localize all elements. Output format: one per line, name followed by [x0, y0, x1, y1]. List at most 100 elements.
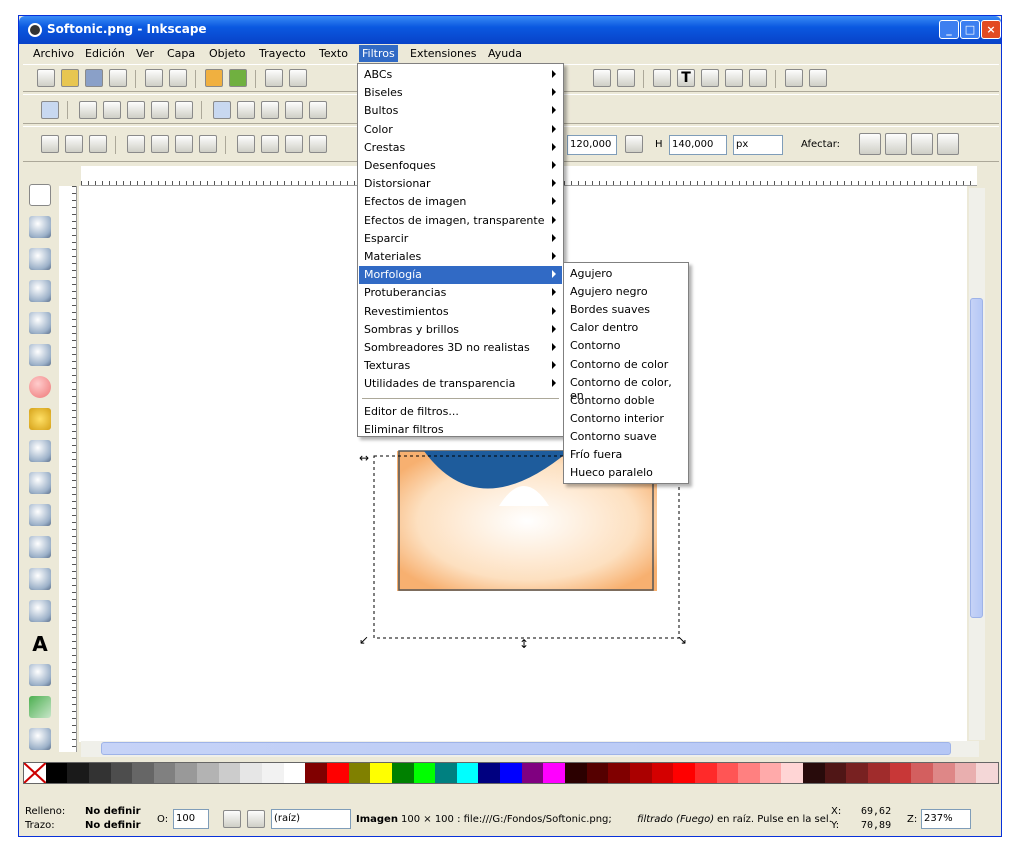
resize-handle-bottom[interactable]: ↕ — [519, 637, 529, 651]
vertical-scrollbar[interactable] — [969, 188, 985, 740]
stroke-value[interactable]: No definir — [85, 820, 141, 831]
filter-menu-item[interactable]: Bultos — [359, 102, 562, 120]
redo-icon[interactable] — [229, 69, 247, 87]
ellipse-tool-icon[interactable] — [29, 376, 51, 398]
raise-top-icon[interactable] — [237, 135, 255, 153]
color-swatch[interactable] — [45, 763, 68, 783]
color-swatch[interactable] — [305, 763, 327, 783]
star-tool-icon[interactable] — [29, 408, 51, 430]
color-swatch[interactable] — [132, 763, 154, 783]
tools-prefs-icon[interactable] — [785, 69, 803, 87]
color-swatch[interactable] — [608, 763, 630, 783]
filter-menu-item[interactable]: Utilidades de transparencia — [359, 375, 562, 393]
open-icon[interactable] — [61, 69, 79, 87]
layers-icon[interactable] — [725, 69, 743, 87]
snap-center-icon[interactable] — [175, 101, 193, 119]
color-swatch[interactable] — [694, 763, 717, 783]
menu-capa[interactable]: Capa — [167, 47, 195, 60]
h-input[interactable]: 140,000 — [669, 135, 727, 155]
snap-nodes-icon[interactable] — [213, 101, 231, 119]
morfologia-menu-item[interactable]: Contorno doble — [565, 392, 687, 410]
flip-vertical-icon[interactable] — [199, 135, 217, 153]
scale-corners-icon[interactable] — [885, 133, 907, 155]
resize-handle-left[interactable]: ↔ — [359, 451, 369, 465]
filter-menu-item[interactable]: Crestas — [359, 139, 562, 157]
select-all-icon[interactable] — [41, 135, 59, 153]
move-gradients-icon[interactable] — [911, 133, 933, 155]
calligraphy-tool-icon[interactable] — [29, 536, 51, 558]
color-swatch[interactable] — [500, 763, 522, 783]
color-swatch[interactable] — [629, 763, 652, 783]
filter-menu-item[interactable]: Materiales — [359, 248, 562, 266]
filter-menu-item[interactable]: Color — [359, 121, 562, 139]
spiral-tool-icon[interactable] — [29, 440, 51, 462]
snap-enable-icon[interactable] — [41, 101, 59, 119]
lock-icon[interactable] — [625, 135, 643, 153]
snap-path-icon[interactable] — [237, 101, 255, 119]
minimize-button[interactable]: _ — [939, 20, 959, 39]
color-swatch[interactable] — [435, 763, 457, 783]
color-swatch[interactable] — [976, 763, 998, 783]
snap-bbox-icon[interactable] — [79, 101, 97, 119]
document-props-icon[interactable] — [809, 69, 827, 87]
title-bar[interactable]: Softonic.png - Inkscape _ □ × — [19, 16, 1001, 44]
color-palette[interactable] — [23, 762, 999, 784]
gradient-tool-icon[interactable] — [29, 696, 51, 718]
layer-select[interactable]: (raíz) — [271, 809, 351, 829]
color-swatch[interactable] — [283, 763, 306, 783]
w-input[interactable]: 120,000 — [567, 135, 617, 155]
fill-value[interactable]: No definir — [85, 806, 141, 817]
color-swatch[interactable] — [521, 763, 544, 783]
filter-menu-item[interactable]: Morfología — [359, 266, 562, 285]
menu-extensiones[interactable]: Extensiones — [410, 47, 477, 60]
menu-edicion[interactable]: Edición — [85, 47, 125, 60]
filter-menu-item[interactable]: Desenfoques — [359, 157, 562, 175]
morfologia-menu-item[interactable]: Contorno suave — [565, 428, 687, 446]
rotate-cw-icon[interactable] — [151, 135, 169, 153]
objects-icon[interactable] — [749, 69, 767, 87]
align-icon[interactable] — [617, 69, 635, 87]
print-icon[interactable] — [109, 69, 127, 87]
morfologia-menu-item[interactable]: Contorno de color — [565, 356, 687, 374]
morfologia-menu-item[interactable]: Bordes suaves — [565, 301, 687, 319]
undo-icon[interactable] — [205, 69, 223, 87]
menu-ver[interactable]: Ver — [136, 47, 154, 60]
unit-select[interactable]: px — [733, 135, 783, 155]
menu-trayecto[interactable]: Trayecto — [259, 47, 306, 60]
morfologia-menu-item[interactable]: Contorno — [565, 337, 687, 355]
filter-menu-item[interactable]: Biseles — [359, 84, 562, 102]
vertical-scroll-thumb[interactable] — [970, 298, 983, 618]
flip-horizontal-icon[interactable] — [175, 135, 193, 153]
color-swatch[interactable] — [543, 763, 566, 783]
filter-menu-item[interactable]: Protuberancias — [359, 284, 562, 302]
transform-icon[interactable] — [593, 69, 611, 87]
export-icon[interactable] — [169, 69, 187, 87]
save-icon[interactable] — [85, 69, 103, 87]
morfologia-menu-item[interactable]: Contorno de color, en — [565, 374, 687, 402]
menu-archivo[interactable]: Archivo — [33, 47, 74, 60]
resize-handle-bl[interactable]: ↙ — [359, 633, 369, 647]
snap-intersection-icon[interactable] — [261, 101, 279, 119]
no-paint-swatch[interactable] — [23, 762, 47, 784]
morfologia-menu-item[interactable]: Hueco paralelo — [565, 464, 687, 482]
color-swatch[interactable] — [824, 763, 847, 783]
menu-filtros[interactable]: Filtros — [359, 45, 398, 62]
copy-icon[interactable] — [265, 69, 283, 87]
text-tool-icon[interactable]: A — [29, 632, 51, 656]
color-swatch[interactable] — [889, 763, 912, 783]
color-swatch[interactable] — [240, 763, 263, 783]
color-swatch[interactable] — [565, 763, 587, 783]
color-swatch[interactable] — [716, 763, 739, 783]
xml-editor-icon[interactable] — [701, 69, 719, 87]
morfologia-menu-item[interactable]: Agujero — [565, 265, 687, 283]
snap-edge-icon[interactable] — [103, 101, 121, 119]
rotate-ccw-icon[interactable] — [127, 135, 145, 153]
morfologia-menu-item[interactable]: Contorno interior — [565, 410, 687, 428]
color-swatch[interactable] — [759, 763, 782, 783]
color-swatch[interactable] — [781, 763, 804, 783]
filter-menu-item[interactable]: Texturas — [359, 357, 562, 375]
color-swatch[interactable] — [218, 763, 241, 783]
filter-menu-item[interactable]: Efectos de imagen, transparente — [359, 212, 562, 230]
menu-texto[interactable]: Texto — [319, 47, 348, 60]
color-swatch[interactable] — [846, 763, 868, 783]
